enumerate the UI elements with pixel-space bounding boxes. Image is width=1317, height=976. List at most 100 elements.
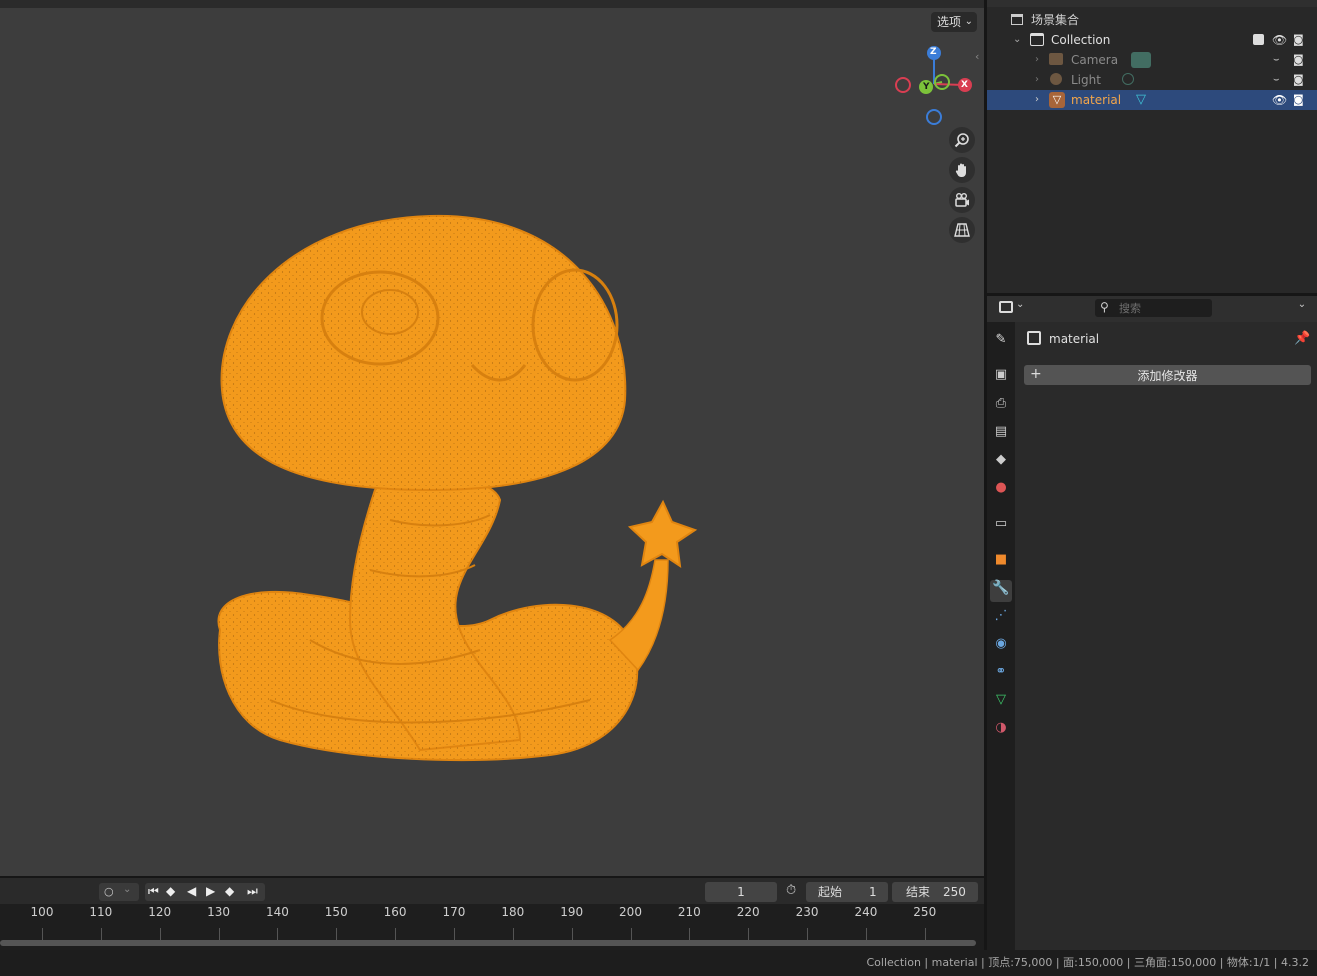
mesh-data-icon[interactable]: ▽ bbox=[1136, 90, 1146, 110]
outliner-item-label: Collection bbox=[1051, 33, 1111, 47]
hidden-eye-icon[interactable]: ⌣ bbox=[1273, 70, 1280, 90]
object-icon bbox=[1027, 331, 1041, 345]
timeline-tick-label: 130 bbox=[207, 905, 230, 919]
timeline-tick bbox=[630, 928, 632, 940]
data-tab-icon[interactable]: ▽ bbox=[990, 692, 1012, 714]
outliner-header bbox=[987, 0, 1317, 7]
render-camera-icon[interactable]: ◙ bbox=[1293, 90, 1304, 110]
hidden-eye-icon[interactable]: ⌣ bbox=[1273, 50, 1280, 70]
end-frame-field[interactable]: 结束 250 bbox=[892, 882, 978, 902]
collection-tab-icon[interactable]: ▭ bbox=[990, 516, 1012, 538]
zoom-button[interactable] bbox=[949, 127, 975, 153]
outliner-scene-collection[interactable]: 场景集合 bbox=[987, 10, 1317, 30]
physics-tab-icon[interactable]: ◉ bbox=[990, 636, 1012, 658]
current-frame-field[interactable]: 1 bbox=[705, 882, 777, 902]
view-layer-tab-icon[interactable]: ▤ bbox=[990, 424, 1012, 446]
light-data-icon[interactable] bbox=[1122, 73, 1134, 85]
timeline-tick bbox=[395, 928, 397, 940]
render-camera-icon[interactable]: ◙ bbox=[1293, 30, 1304, 50]
output-tab-icon[interactable]: ⎙ bbox=[990, 396, 1012, 418]
gizmo-z-label: Z bbox=[930, 47, 937, 57]
timeline-scrollbar[interactable] bbox=[0, 940, 976, 946]
timeline-tick bbox=[865, 928, 867, 940]
timeline-tick bbox=[689, 928, 691, 940]
gizmo-y-label: Y bbox=[923, 82, 930, 92]
timeline-tick-label: 220 bbox=[736, 905, 760, 919]
prev-keyframe-icon[interactable]: ◆ bbox=[166, 884, 175, 898]
timeline-tick bbox=[453, 928, 455, 940]
camera-icon bbox=[955, 193, 969, 207]
render-tab-icon[interactable]: ▣ bbox=[990, 367, 1012, 389]
outliner-item-light[interactable]: › Light ⌣ ◙ bbox=[987, 70, 1317, 90]
stopwatch-icon[interactable]: ⏱ bbox=[786, 883, 796, 898]
status-text: Collection | material | 顶点:75,000 | 面:15… bbox=[866, 956, 1310, 969]
timeline-tick-label: 230 bbox=[795, 905, 819, 919]
collection-icon bbox=[1030, 33, 1044, 46]
jump-end-icon[interactable]: ⏭ bbox=[247, 884, 258, 899]
timeline-tick-label: 250 bbox=[913, 905, 937, 919]
outliner-item-camera[interactable]: › Camera ⌣ ◙ bbox=[987, 50, 1317, 70]
timeline-tick-label: 140 bbox=[265, 905, 289, 919]
jump-start-icon[interactable]: ⏮ bbox=[148, 884, 159, 899]
keying-dropdown[interactable]: ○ ⌄ bbox=[99, 883, 139, 901]
play-icon[interactable]: ▶ bbox=[206, 884, 215, 898]
perspective-toggle-button[interactable] bbox=[949, 217, 975, 243]
scene-tab-icon[interactable]: ◆ bbox=[990, 452, 1012, 474]
timeline-tick-label: 120 bbox=[148, 905, 172, 919]
timeline-tick bbox=[277, 928, 279, 940]
render-camera-icon[interactable]: ◙ bbox=[1293, 70, 1304, 90]
play-reverse-icon[interactable]: ◀ bbox=[187, 884, 196, 898]
timeline-tick bbox=[748, 928, 750, 940]
eye-icon[interactable]: 👁 bbox=[1272, 30, 1287, 50]
timeline-tick-label: 100 bbox=[30, 905, 54, 919]
timeline-tick-label: 200 bbox=[619, 905, 642, 919]
chevron-down-icon: ⌄ bbox=[123, 884, 132, 895]
properties-search-field[interactable]: ⚲ 搜索 bbox=[1095, 299, 1212, 317]
chevron-right-icon: › bbox=[1035, 54, 1039, 65]
snake-model[interactable] bbox=[190, 200, 710, 770]
status-bar: Collection | material | 顶点:75,000 | 面:15… bbox=[0, 950, 1317, 976]
timeline-tick-label: 110 bbox=[89, 905, 113, 919]
add-modifier-button[interactable]: + 添加修改器 bbox=[1024, 365, 1311, 385]
particles-tab-icon[interactable]: ⋰ bbox=[990, 608, 1012, 630]
pin-icon[interactable]: 📌 bbox=[1294, 331, 1310, 346]
start-label: 起始 bbox=[818, 885, 843, 899]
timeline-tick bbox=[336, 928, 338, 940]
camera-data-icon[interactable] bbox=[1131, 52, 1151, 68]
timeline-tick-label: 160 bbox=[383, 905, 407, 919]
modifier-tab-icon[interactable]: 🔧 bbox=[990, 580, 1012, 602]
scene-collection-label: 场景集合 bbox=[1031, 13, 1080, 27]
next-keyframe-icon[interactable]: ◆ bbox=[225, 884, 234, 898]
camera-view-button[interactable] bbox=[949, 187, 975, 213]
start-frame-field[interactable]: 起始 1 bbox=[806, 882, 888, 902]
checkbox-icon[interactable] bbox=[1253, 34, 1264, 45]
search-placeholder: 搜索 bbox=[1119, 302, 1141, 315]
constraints-tab-icon[interactable]: ⚭ bbox=[990, 664, 1012, 686]
outliner-item-label: material bbox=[1071, 93, 1122, 107]
mesh-object-icon: ▽ bbox=[1049, 92, 1065, 108]
options-dropdown[interactable]: 选项 ⌄ bbox=[931, 12, 977, 32]
render-camera-icon[interactable]: ◙ bbox=[1293, 50, 1304, 70]
world-tab-icon[interactable]: ● bbox=[990, 480, 1012, 502]
timeline-tick-label: 150 bbox=[324, 905, 348, 919]
outliner-item-collection[interactable]: ⌄ Collection 👁 ◙ bbox=[987, 30, 1317, 50]
gizmo-neg-x-axis bbox=[895, 77, 911, 93]
editor-type-dropdown[interactable]: ⌄ bbox=[997, 299, 1027, 317]
outliner-item-material[interactable]: › ▽ material ▽ 👁 ◙ bbox=[987, 90, 1317, 110]
pan-button[interactable] bbox=[949, 157, 975, 183]
material-tab-icon[interactable]: ◑ bbox=[990, 720, 1012, 742]
object-tab-icon[interactable]: ■ bbox=[990, 552, 1012, 574]
properties-editor bbox=[987, 296, 1317, 950]
timeline-tick-label: 180 bbox=[501, 905, 525, 919]
chevron-down-icon: ⌄ bbox=[1013, 34, 1022, 45]
timeline-tick-label: 190 bbox=[560, 905, 584, 919]
add-modifier-label: 添加修改器 bbox=[1137, 369, 1198, 383]
hand-icon bbox=[955, 163, 966, 177]
tool-tab-icon[interactable]: ✎ bbox=[990, 332, 1012, 354]
options-chevron-icon[interactable]: ⌄ bbox=[1293, 299, 1311, 317]
eye-icon[interactable]: 👁 bbox=[1272, 90, 1287, 110]
grid-icon bbox=[954, 223, 970, 237]
timeline-tick bbox=[42, 928, 43, 940]
timeline-tick bbox=[807, 928, 809, 940]
timeline-tick bbox=[100, 928, 102, 940]
